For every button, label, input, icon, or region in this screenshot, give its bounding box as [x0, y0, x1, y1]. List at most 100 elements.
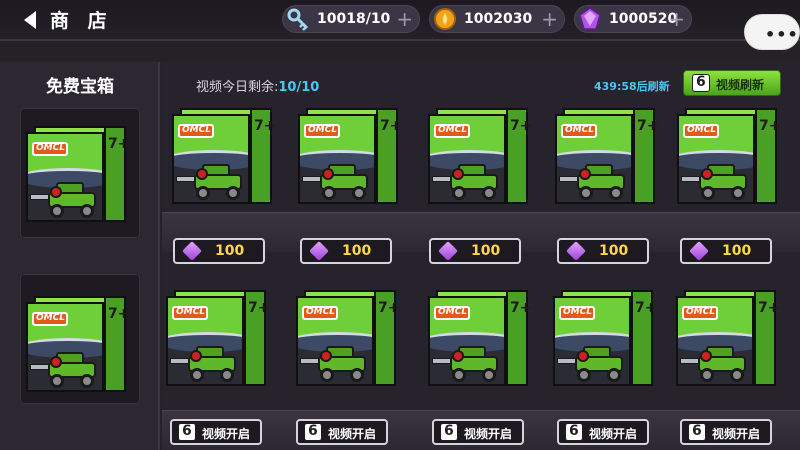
- video-open-button[interactable]: 视频开启: [170, 419, 262, 445]
- video-open-label: 视频开启: [589, 427, 638, 441]
- buy-price-button[interactable]: 100: [680, 238, 772, 264]
- wheel-icon: [579, 186, 593, 200]
- box-front: OMCL: [553, 296, 631, 386]
- key-counter[interactable]: 10018/10 +: [282, 5, 420, 33]
- wheel-icon: [196, 186, 210, 200]
- brand-logo: OMCL: [304, 124, 340, 138]
- add-gems-icon[interactable]: +: [668, 7, 685, 31]
- wheel-icon: [320, 368, 334, 382]
- age-rating: 7+: [378, 300, 400, 316]
- price-label: 100: [599, 243, 629, 259]
- age-rating: 7+: [108, 306, 130, 322]
- brand-logo-text: OMCL: [565, 125, 594, 135]
- free-chest-box[interactable]: OMCL 7+: [26, 126, 129, 222]
- gem-icon: [309, 241, 329, 261]
- brand-logo: OMCL: [561, 124, 597, 138]
- brand-logo-text: OMCL: [308, 125, 337, 135]
- brand-logo-text: OMCL: [563, 307, 592, 317]
- video-ad-icon: [440, 423, 458, 441]
- wheel-icon: [80, 204, 94, 218]
- brand-logo: OMCL: [559, 306, 595, 320]
- brand-logo-text: OMCL: [687, 125, 716, 135]
- age-rating: 7+: [758, 300, 780, 316]
- free-chest-box[interactable]: OMCL 7+: [26, 296, 130, 392]
- age-rating: 7+: [510, 118, 532, 134]
- top-bar-divider: [0, 39, 800, 41]
- box-front: OMCL: [677, 114, 755, 204]
- video-open-label: 视频开启: [464, 427, 513, 441]
- wheel-icon: [350, 368, 364, 382]
- video-ad-icon: [178, 423, 196, 441]
- video-open-button[interactable]: 视频开启: [432, 419, 524, 445]
- shop-item-box[interactable]: OMCL 7+: [553, 290, 657, 386]
- add-coins-icon[interactable]: +: [541, 7, 558, 31]
- car-light: [701, 168, 713, 180]
- shop-item-box[interactable]: OMCL 7+: [172, 108, 275, 204]
- coin-count: 1002030: [464, 11, 533, 27]
- car-light: [577, 350, 589, 362]
- gem-icon: [438, 241, 458, 261]
- free-chest-title: 免费宝箱: [46, 77, 114, 97]
- wheel-icon: [322, 186, 336, 200]
- brand-logo: OMCL: [172, 306, 208, 320]
- add-keys-icon[interactable]: +: [396, 7, 413, 31]
- shop-item-box[interactable]: OMCL 7+: [677, 108, 780, 204]
- coin-counter[interactable]: 1002030 +: [429, 5, 565, 33]
- buy-price-button[interactable]: 100: [557, 238, 649, 264]
- buy-price-button[interactable]: 100: [429, 238, 521, 264]
- video-remaining-label: 视频今日剩余:: [196, 80, 279, 95]
- shop-item-box[interactable]: OMCL 7+: [296, 290, 400, 386]
- gem-count: 1000520: [609, 11, 678, 27]
- box-front: OMCL: [172, 114, 250, 204]
- brand-logo: OMCL: [682, 306, 718, 320]
- brand-logo-text: OMCL: [306, 307, 335, 317]
- wheel-icon: [452, 186, 466, 200]
- back-arrow-icon[interactable]: [24, 11, 36, 29]
- more-options-button[interactable]: •••: [744, 14, 800, 50]
- more-dots-icon: •••: [765, 25, 799, 44]
- brand-logo-text: OMCL: [36, 313, 65, 323]
- video-remaining: 视频今日剩余:10/10: [196, 76, 319, 95]
- shop-item-box[interactable]: OMCL 7+: [555, 108, 658, 204]
- box-front: OMCL: [166, 296, 244, 386]
- video-refresh-label: 视频刷新: [716, 78, 765, 92]
- box-front: OMCL: [676, 296, 754, 386]
- brand-logo: OMCL: [178, 124, 214, 138]
- buy-price-button[interactable]: 100: [300, 238, 392, 264]
- age-rating: 7+: [248, 300, 270, 316]
- car-light: [579, 168, 591, 180]
- brand-logo-text: OMCL: [176, 307, 205, 317]
- car-light: [50, 186, 62, 198]
- wheel-icon: [50, 374, 64, 388]
- video-open-button[interactable]: 视频开启: [557, 419, 649, 445]
- price-label: 100: [471, 243, 501, 259]
- brand-logo: OMCL: [434, 306, 470, 320]
- shop-item-box[interactable]: OMCL 7+: [298, 108, 402, 204]
- car-light: [50, 356, 62, 368]
- shop-item-box[interactable]: OMCL 7+: [428, 108, 532, 204]
- shop-item-box[interactable]: OMCL 7+: [166, 290, 270, 386]
- box-front: OMCL: [296, 296, 374, 386]
- shop-item-box[interactable]: OMCL 7+: [428, 290, 532, 386]
- age-rating: 7+: [635, 300, 657, 316]
- video-open-button[interactable]: 视频开启: [296, 419, 388, 445]
- wheel-icon: [482, 186, 496, 200]
- age-rating: 7+: [510, 300, 532, 316]
- brand-logo: OMCL: [32, 312, 68, 326]
- buy-price-button[interactable]: 100: [173, 238, 265, 264]
- wheel-icon: [700, 368, 714, 382]
- shop-item-box[interactable]: OMCL 7+: [676, 290, 780, 386]
- wheel-icon: [80, 374, 94, 388]
- car-light: [190, 350, 202, 362]
- video-ad-icon: [688, 423, 706, 441]
- brand-logo-text: OMCL: [438, 125, 467, 135]
- age-rating: 7+: [380, 118, 402, 134]
- gem-counter[interactable]: 1000520 +: [574, 5, 692, 33]
- price-label: 100: [215, 243, 245, 259]
- video-open-button[interactable]: 视频开启: [680, 419, 772, 445]
- video-remaining-count: 10/10: [278, 80, 320, 95]
- video-refresh-button[interactable]: 视频刷新: [683, 70, 781, 96]
- coin-icon: [434, 8, 456, 30]
- car-light: [322, 168, 334, 180]
- brand-logo-text: OMCL: [36, 143, 65, 153]
